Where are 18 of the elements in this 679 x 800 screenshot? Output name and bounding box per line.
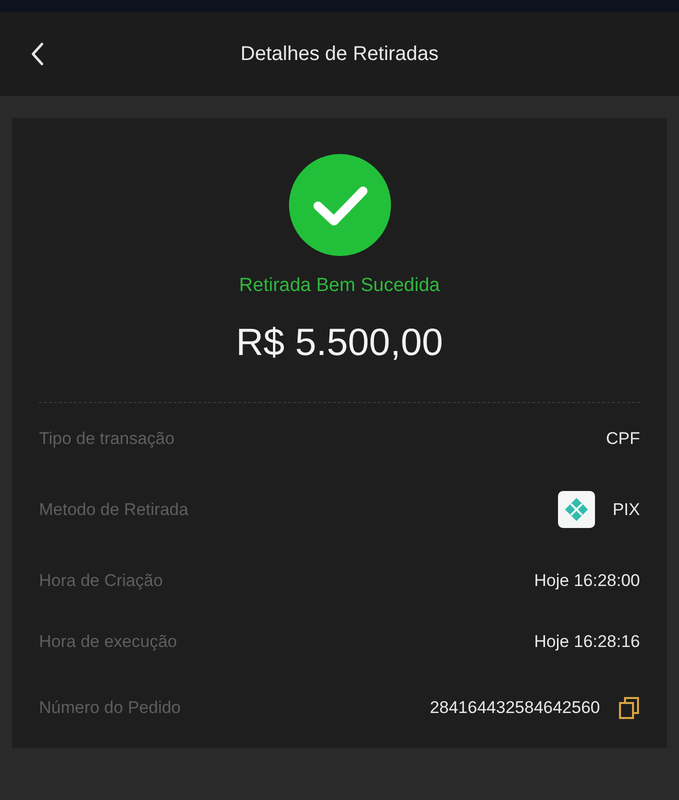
detail-label: Número do Pedido	[39, 696, 181, 719]
detail-value: Hoje 16:28:00	[534, 570, 640, 592]
detail-value: 284164432584642560	[430, 696, 600, 719]
detail-label: Tipo de transação	[39, 428, 174, 450]
detail-label: Hora de execução	[39, 630, 177, 653]
back-icon	[30, 42, 44, 66]
status-label: Retirada Bem Sucedida	[239, 274, 440, 298]
detail-value: PIX	[612, 498, 640, 521]
amount: R$ 5.500,00	[236, 320, 444, 366]
detail-label: Hora de Criação	[39, 570, 163, 592]
copy-icon	[618, 696, 640, 720]
copy-button[interactable]	[618, 696, 640, 720]
pix-logo-icon	[558, 491, 595, 528]
page-title: Detalhes de Retiradas	[240, 42, 438, 67]
detail-label: Metodo de Retirada	[39, 498, 188, 521]
detail-value: Hoje 16:28:16	[534, 630, 640, 653]
success-check-icon	[288, 154, 390, 256]
detail-value: CPF	[606, 428, 640, 450]
